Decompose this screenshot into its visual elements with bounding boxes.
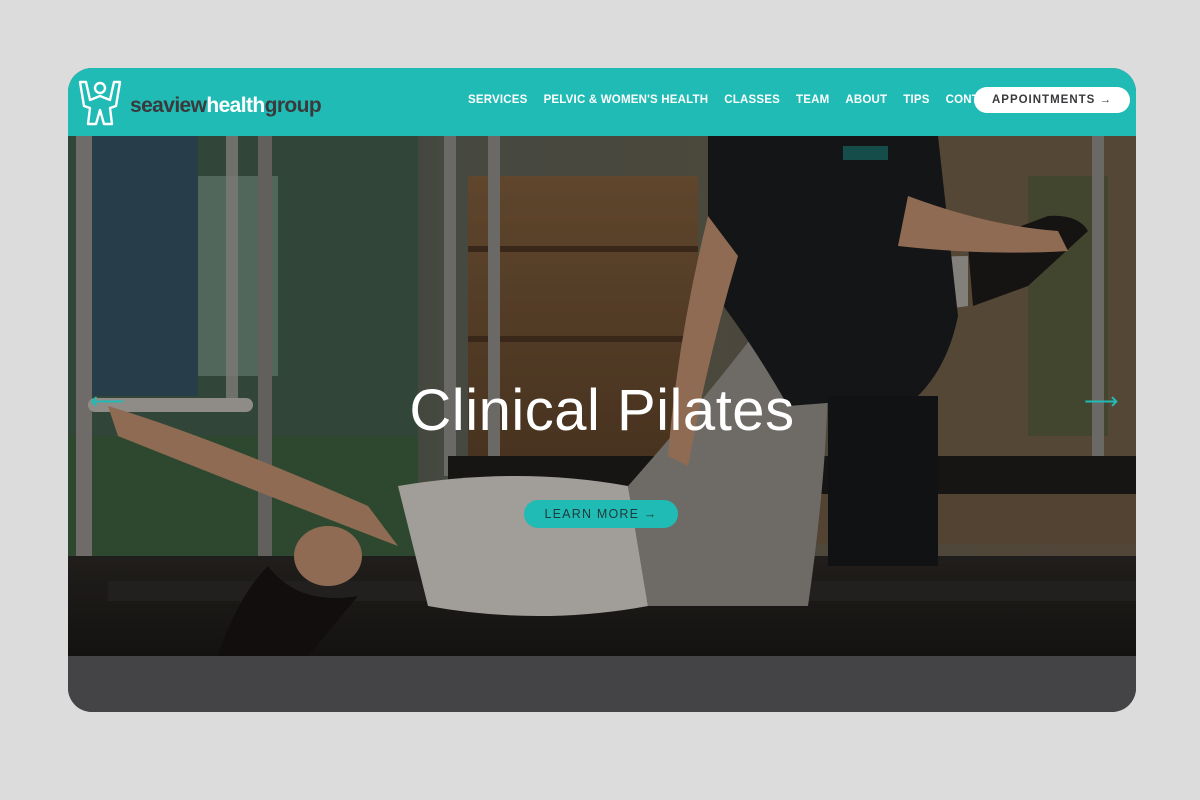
- appointments-button[interactable]: APPOINTMENTS →: [974, 87, 1130, 113]
- main-nav: SERVICES PELVIC & WOMEN'S HEALTH CLASSES…: [468, 68, 1018, 132]
- nav-about[interactable]: ABOUT: [845, 94, 887, 106]
- logo-word-health: health: [206, 93, 265, 117]
- learn-more-button[interactable]: LEARN MORE →: [524, 500, 678, 528]
- nav-tips[interactable]: TIPS: [903, 94, 929, 106]
- logo-figure-icon: [78, 80, 122, 126]
- nav-classes[interactable]: CLASSES: [724, 94, 780, 106]
- browser-frame: seaviewhealthgroup SERVICES PELVIC & WOM…: [68, 68, 1136, 712]
- logo-wordmark: seaviewhealthgroup: [130, 93, 322, 117]
- nav-pelvic-womens-health[interactable]: PELVIC & WOMEN'S HEALTH: [544, 94, 709, 106]
- below-hero-band: [68, 656, 1136, 712]
- nav-services[interactable]: SERVICES: [468, 94, 528, 106]
- nav-team[interactable]: TEAM: [796, 94, 829, 106]
- hero-title: Clinical Pilates: [409, 377, 795, 443]
- hero-slider: ⟵ ⟶ Clinical Pilates LEARN MORE →: [68, 136, 1136, 656]
- site-header: seaviewhealthgroup SERVICES PELVIC & WOM…: [68, 68, 1136, 136]
- site-logo[interactable]: seaviewhealthgroup: [76, 76, 322, 128]
- logo-word-seaview: seaview: [130, 93, 207, 117]
- logo-word-group: group: [264, 93, 322, 117]
